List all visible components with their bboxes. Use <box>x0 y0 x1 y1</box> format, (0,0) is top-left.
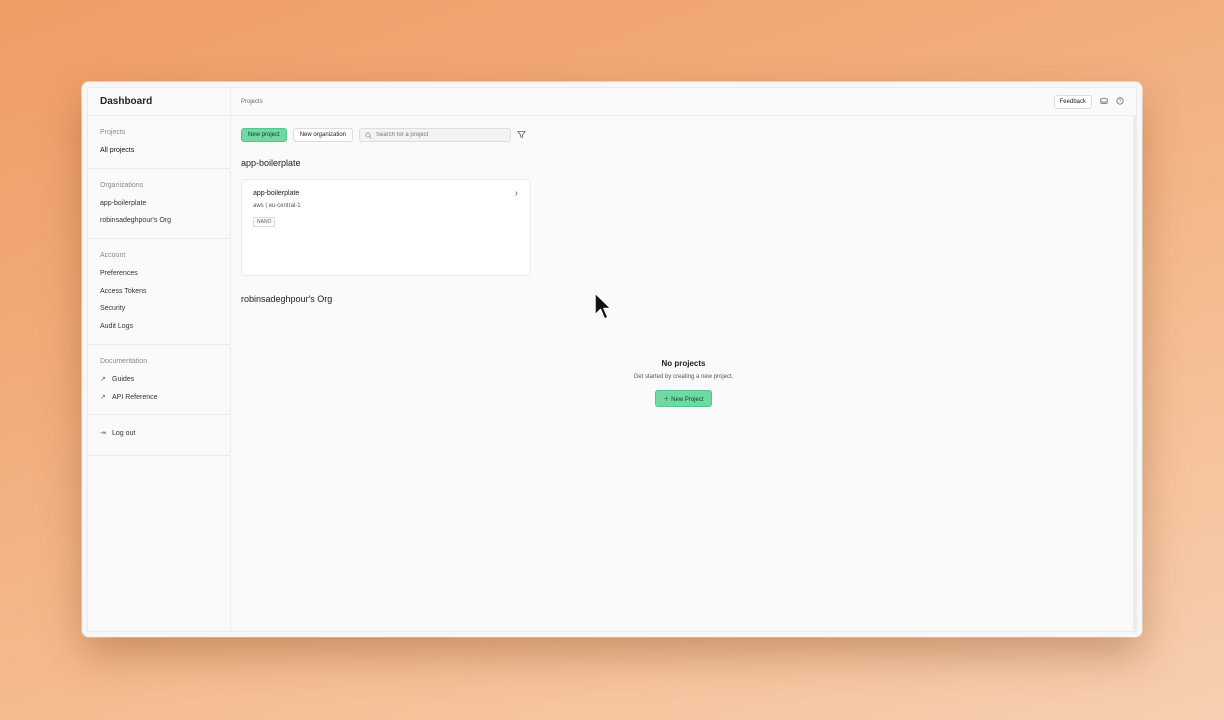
sidebar-item-guides[interactable]: ↗ Guides <box>100 371 230 389</box>
sidebar-item-label: robinsadeghpour's Org <box>100 217 171 225</box>
sidebar-section-organizations: Organizations app-boilerplate robinsadeg… <box>88 169 230 240</box>
dashboard-brand[interactable]: Dashboard <box>88 88 230 116</box>
sidebar-heading-documentation: Documentation <box>100 357 148 365</box>
sidebar-section-account: Account Preferences Access Tokens Securi… <box>88 239 230 345</box>
svg-text:?: ? <box>1119 98 1122 104</box>
mouse-cursor-icon <box>594 292 614 327</box>
sidebar-heading-account: Account <box>100 252 126 260</box>
sidebar-section-projects: Projects All projects <box>88 116 230 169</box>
project-region: aws | eu-central-1 <box>253 203 301 209</box>
chevron-right-icon: › <box>514 188 518 199</box>
sidebar-item-all-projects[interactable]: All projects <box>100 142 230 160</box>
sidebar-item-label: app-boilerplate <box>100 199 147 207</box>
inbox-icon[interactable] <box>1100 97 1108 107</box>
filter-icon[interactable] <box>517 130 526 141</box>
feedback-button[interactable]: Feedback <box>1053 94 1092 109</box>
sidebar-item-access-tokens[interactable]: Access Tokens <box>100 283 230 301</box>
empty-state-title: No projects <box>661 359 706 368</box>
sidebar-item-security[interactable]: Security <box>100 300 230 318</box>
new-project-button[interactable]: New project <box>241 128 287 142</box>
sidebar-section-logout: ⇥ Log out <box>88 415 230 456</box>
external-link-icon: ↗ <box>100 375 106 383</box>
external-link-icon: ↗ <box>100 393 106 401</box>
search-icon <box>365 131 372 139</box>
sidebar-item-label: Security <box>100 305 126 313</box>
sidebar-item-app-boilerplate[interactable]: app-boilerplate <box>100 195 230 213</box>
empty-state: No projects Get started by creating a ne… <box>231 359 1136 407</box>
sidebar-item-audit-logs[interactable]: Audit Logs <box>100 318 230 336</box>
sidebar-item-label: API Reference <box>112 393 158 401</box>
scrollbar[interactable] <box>1133 116 1136 631</box>
logout-button[interactable]: ⇥ Log out <box>100 425 230 443</box>
sidebar-heading-projects: Projects <box>100 129 126 136</box>
breadcrumb[interactable]: Projects <box>231 99 263 105</box>
new-organization-button[interactable]: New organization <box>292 128 354 142</box>
sidebar-item-label: Access Tokens <box>100 287 147 295</box>
top-bar: Projects Feedback ? <box>231 88 1136 116</box>
sidebar-item-api-reference[interactable]: ↗ API Reference <box>100 389 230 407</box>
decorative-dots: · · · · · <box>6 8 47 17</box>
help-icon[interactable]: ? <box>1116 96 1124 107</box>
empty-new-project-button[interactable]: ＋ New Project <box>655 390 712 407</box>
top-bar-actions: Feedback ? <box>1053 94 1136 109</box>
sidebar-item-robinsadeghpour-org[interactable]: robinsadeghpour's Org <box>100 212 230 230</box>
logout-label: Log out <box>112 430 136 438</box>
org-title: app-boilerplate <box>241 158 301 168</box>
sidebar-section-documentation: Documentation ↗ Guides ↗ API Reference <box>88 345 230 416</box>
search-input[interactable] <box>376 132 487 138</box>
sidebar-item-preferences[interactable]: Preferences <box>100 265 230 283</box>
plus-icon: ＋ <box>663 397 670 403</box>
empty-state-subtitle: Get started by creating a new project. <box>633 374 734 380</box>
empty-new-project-label: New Project <box>671 397 704 403</box>
project-toolbar: New project New organization <box>241 128 526 142</box>
project-card[interactable]: app-boilerplate aws | eu-central-1 NANO … <box>241 179 531 276</box>
sidebar-item-label: All projects <box>100 147 135 154</box>
app-window: Dashboard Projects All projects Organiza… <box>82 82 1142 637</box>
project-name: app-boilerplate <box>253 190 300 197</box>
org-title: robinsadeghpour's Org <box>241 294 333 304</box>
app-frame: Dashboard Projects All projects Organiza… <box>87 87 1137 632</box>
sidebar-heading-organizations: Organizations <box>100 181 144 189</box>
sidebar-item-label: Audit Logs <box>100 323 134 331</box>
sidebar-item-label: Guides <box>112 375 135 383</box>
sidebar: Dashboard Projects All projects Organiza… <box>88 88 231 631</box>
instance-size-badge: NANO <box>253 217 276 227</box>
main-content: New project New organization app-boilerp… <box>231 116 1136 631</box>
search-box <box>359 128 512 142</box>
sidebar-item-label: Preferences <box>100 270 138 278</box>
logout-icon: ⇥ <box>100 430 106 438</box>
